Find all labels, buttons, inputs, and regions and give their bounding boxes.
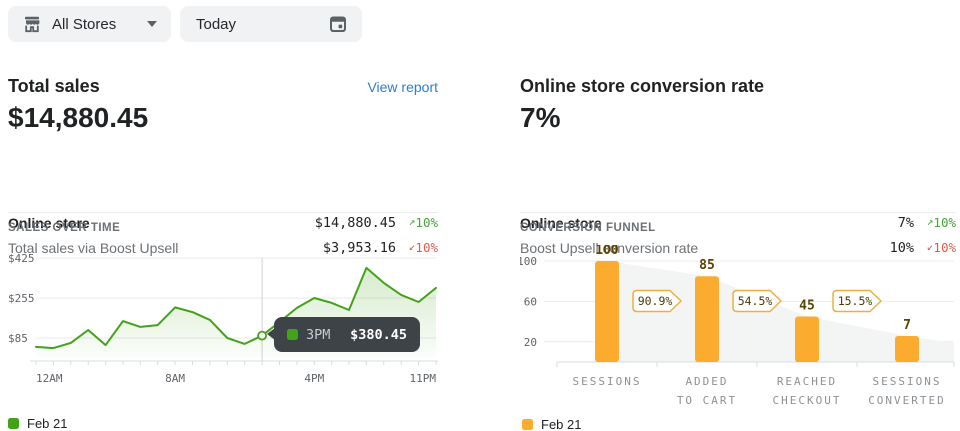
funnel-bar[interactable] xyxy=(695,276,719,362)
x-axis-label: 8AM xyxy=(165,372,185,385)
bar-value-label: 85 xyxy=(699,258,715,273)
conversion-badge-label: 90.9% xyxy=(638,294,673,308)
x-axis-label: 4PM xyxy=(304,372,324,385)
bar-value-label: 100 xyxy=(595,245,619,258)
funnel-category-label: SESSIONSCONVERTED xyxy=(837,372,960,411)
store-icon xyxy=(22,14,42,34)
legend-swatch-green xyxy=(8,418,19,429)
y-axis-label: $425 xyxy=(8,252,35,265)
conversion-funnel-chart[interactable]: 100 60 20 100 85 45 7 90.9% 54.5% 15.5% xyxy=(520,245,956,375)
store-filter-label: All Stores xyxy=(52,16,116,33)
legend-swatch-orange xyxy=(522,419,533,430)
total-sales-card: Total sales View report $14,880.45 Onlin… xyxy=(8,60,438,431)
tooltip-series-swatch xyxy=(287,329,298,340)
dashboard: All Stores Today Total sales View report… xyxy=(0,0,960,431)
funnel-legend: Feb 21 xyxy=(522,417,581,431)
funnel-bar[interactable] xyxy=(895,336,919,362)
tooltip-value: $380.45 xyxy=(350,327,407,343)
legend-label: Feb 21 xyxy=(541,417,581,431)
bar-value-label: 7 xyxy=(903,318,911,333)
chevron-down-icon xyxy=(147,21,157,27)
funnel-bar[interactable] xyxy=(795,317,819,363)
sales-legend: Feb 21 xyxy=(8,416,67,431)
y-axis-label: 100 xyxy=(520,255,537,268)
x-axis-label: 12AM xyxy=(36,372,63,385)
y-axis-label: $85 xyxy=(8,332,28,345)
funnel-bar[interactable] xyxy=(595,261,619,362)
calendar-icon xyxy=(328,14,348,34)
conversion-value: 7% xyxy=(520,102,560,134)
y-axis-label: 60 xyxy=(524,295,537,308)
date-filter-button[interactable]: Today xyxy=(180,6,362,42)
y-axis-label: $255 xyxy=(8,292,35,305)
tooltip-time: 3PM xyxy=(306,327,330,343)
total-sales-value: $14,880.45 xyxy=(8,102,148,134)
view-report-link[interactable]: View report xyxy=(367,79,438,95)
date-filter-label: Today xyxy=(196,16,236,33)
hover-point[interactable] xyxy=(258,332,266,340)
chart-tooltip: 3PM $380.45 xyxy=(274,317,420,352)
sales-over-time-header: SALES OVER TIME xyxy=(8,212,438,234)
x-axis-label: 11PM xyxy=(410,372,437,385)
legend-label: Feb 21 xyxy=(27,416,67,431)
conversion-funnel-header: CONVERSION FUNNEL xyxy=(520,212,956,234)
conversion-title: Online store conversion rate xyxy=(520,76,764,97)
store-filter-button[interactable]: All Stores xyxy=(8,6,171,42)
y-axis-label: 20 xyxy=(524,336,537,349)
conversion-badge-label: 15.5% xyxy=(838,294,873,308)
conversion-badge-label: 54.5% xyxy=(738,294,773,308)
total-sales-title: Total sales xyxy=(8,76,100,97)
bar-value-label: 45 xyxy=(799,299,815,314)
conversion-rate-card: Online store conversion rate 7% Online s… xyxy=(520,60,956,431)
